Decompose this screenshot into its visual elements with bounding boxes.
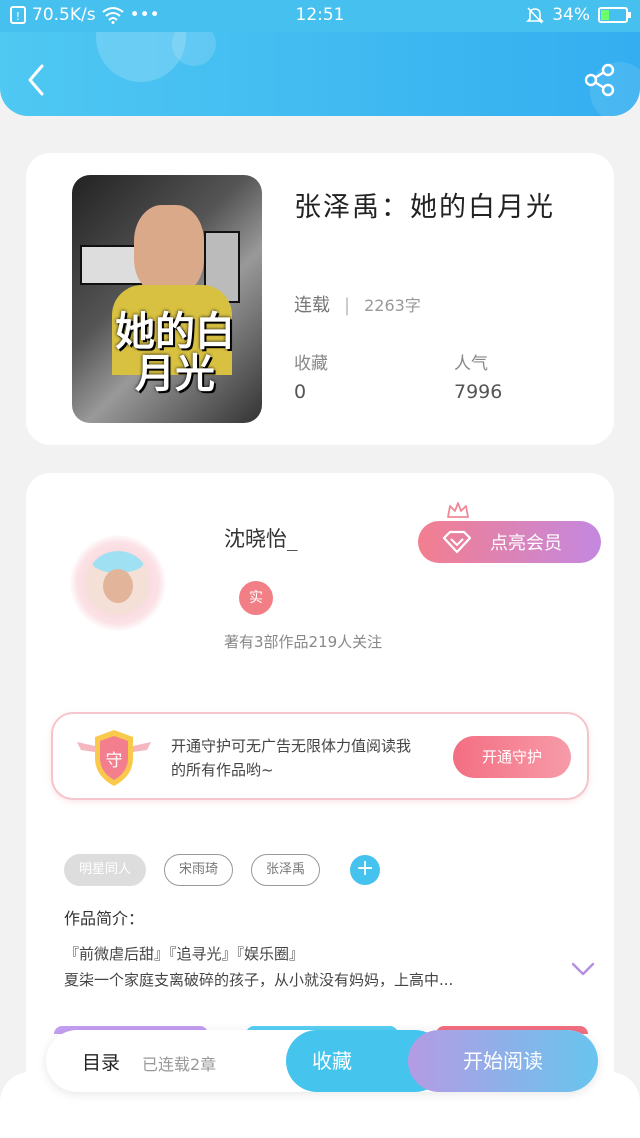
chevron-down-icon[interactable] <box>571 961 595 977</box>
tag-item[interactable]: 宋雨琦 <box>164 854 234 886</box>
book-status-line: 连载 | 2263字 <box>294 291 421 317</box>
start-reading-button[interactable]: 开始阅读 <box>408 1030 598 1092</box>
popularity-value: 7996 <box>454 381 503 403</box>
vip-button-label: 点亮会员 <box>490 533 562 554</box>
status-bar: ! 70.5K/s ••• 12:51 34% <box>0 0 640 32</box>
guard-promo: 守 开通守护可无广告无限体力值阅读我的所有作品哟~ 开通守护 <box>51 712 589 800</box>
tag-item[interactable]: 张泽禹 <box>251 854 321 886</box>
add-tag-button[interactable]: + <box>350 855 381 885</box>
mute-bell-icon <box>526 7 545 24</box>
author-name[interactable]: 沈晓怡_ <box>224 523 298 553</box>
share-icon <box>584 63 615 97</box>
vip-button[interactable]: 点亮会员 <box>418 521 601 563</box>
author-meta: 著有3部作品219人关注 <box>224 633 383 651</box>
cover-portrait <box>134 205 204 295</box>
author-avatar[interactable] <box>86 551 150 615</box>
chapter-count: 已连载2章 <box>142 1055 217 1074</box>
favorites-value: 0 <box>294 381 307 403</box>
book-cover[interactable]: 她的白月光 <box>72 175 262 423</box>
crown-icon <box>447 502 469 518</box>
favorites-label: 收藏 <box>294 354 328 374</box>
book-title: 张泽禹：她的白月光 <box>294 192 555 223</box>
app-header <box>0 32 640 116</box>
serial-status: 连载 <box>294 295 330 316</box>
open-guard-button[interactable]: 开通守护 <box>453 736 571 778</box>
intro-line: 『前微虐后甜』『追寻光』『娱乐圈』 <box>64 945 305 963</box>
toc-button[interactable]: 目录 <box>82 1048 120 1075</box>
popularity-label: 人气 <box>454 354 488 374</box>
diamond-icon <box>442 530 472 554</box>
divider: | <box>344 295 351 316</box>
cover-title: 她的白月光 <box>115 308 235 397</box>
book-info-card: 她的白月光 张泽禹：她的白月光 连载 | 2263字 收藏 0 人气 7996 <box>26 153 614 445</box>
intro-text: 『前微虐后甜』『追寻光』『娱乐圈』 夏柒一个家庭支离破碎的孩子，从小就没有妈妈，… <box>64 941 564 993</box>
back-button[interactable] <box>22 62 52 98</box>
bottom-action-bar: 目录 已连载2章 收藏 开始阅读 <box>46 1030 598 1092</box>
tag-item[interactable]: 明星同人 <box>64 854 147 886</box>
share-button[interactable] <box>582 62 618 98</box>
intro-label: 作品简介： <box>64 909 145 928</box>
chevron-left-icon <box>28 64 44 96</box>
battery-percent: 34% <box>552 5 590 25</box>
guard-shield-icon: 守 <box>77 730 151 786</box>
avatar-face <box>103 569 133 603</box>
guard-description: 开通守护可无广告无限体力值阅读我的所有作品哟~ <box>171 737 412 779</box>
status-right: 34% <box>526 5 631 25</box>
intro-line: 夏柒一个家庭支离破碎的孩子，从小就没有妈妈，上高中... <box>64 971 454 989</box>
guard-shield-text: 守 <box>106 751 123 771</box>
tag-list: 明星同人 宋雨琦 张泽禹 + <box>64 854 381 886</box>
battery-icon <box>598 7 631 23</box>
word-count: 2263字 <box>364 296 421 315</box>
verified-badge: 实 <box>239 581 273 615</box>
battery-fill <box>601 10 610 20</box>
